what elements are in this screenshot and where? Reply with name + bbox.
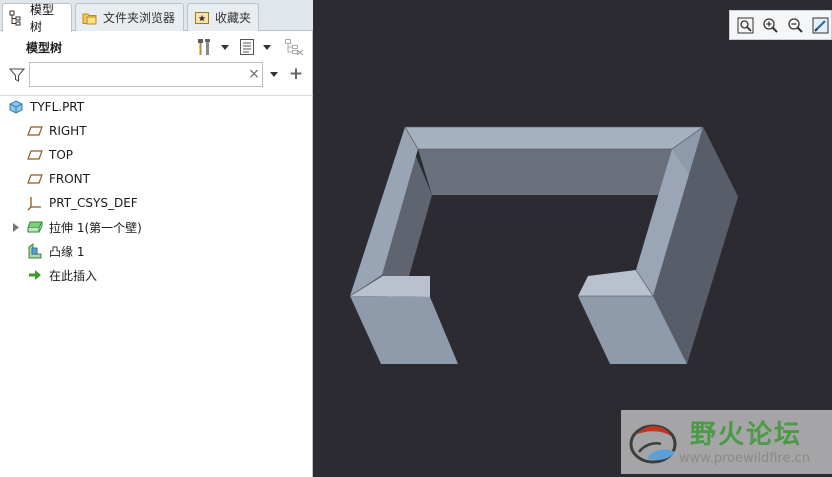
flange-icon (27, 243, 43, 259)
filter-icon[interactable] (8, 66, 26, 84)
tree-item-label: PRT_CSYS_DEF (49, 196, 138, 210)
model-tree: TYFL.PRT RIGHT TOP FRONT PRT_CSYS_DEF 拉伸… (0, 95, 313, 283)
tree-item-label: TOP (49, 148, 74, 162)
tree-item-label: 在此插入 (49, 268, 98, 283)
search-field[interactable] (29, 62, 263, 87)
tree-item-top[interactable]: TOP (27, 144, 73, 166)
model-tree-icon (9, 10, 25, 26)
forum-watermark: 野火论坛 www.proewildfire.cn (621, 410, 832, 474)
tab-label: 文件夹浏览器 (103, 11, 176, 25)
settings-dropdown-chevron-icon[interactable] (261, 40, 273, 54)
coordinate-system-icon (27, 195, 43, 211)
datum-plane-icon (27, 171, 43, 187)
favorites-icon (194, 10, 210, 26)
repaint-icon[interactable] (810, 15, 831, 36)
tree-item-label: FRONT (49, 172, 90, 186)
tree-item-csys[interactable]: PRT_CSYS_DEF (27, 192, 138, 214)
add-filter-icon[interactable]: + (288, 64, 304, 84)
sheetmetal-part-model[interactable] (313, 0, 832, 477)
model-tree-panel: 模型树 文件夹浏览器 收藏夹 模型树 × + TYFL.PRT RIGHT TO… (0, 0, 313, 477)
panel-title: 模型树 (26, 41, 63, 55)
zoom-out-icon[interactable] (785, 15, 806, 36)
tree-item-part[interactable]: TYFL.PRT (8, 96, 84, 118)
tools-dropdown-chevron-icon[interactable] (219, 40, 231, 54)
search-input[interactable] (34, 64, 238, 87)
tab-label: 模型树 (30, 3, 55, 34)
tree-item-flange[interactable]: 凸缘 1 (27, 240, 84, 262)
tools-icon[interactable] (195, 36, 215, 58)
watermark-url: www.proewildfire.cn (679, 451, 810, 466)
view-toolbar (729, 10, 832, 40)
show-hide-icon[interactable] (283, 37, 305, 57)
tab-favorites[interactable]: 收藏夹 (187, 3, 259, 31)
forum-logo-icon (629, 424, 677, 464)
tab-folder-browser[interactable]: 文件夹浏览器 (75, 3, 184, 31)
datum-plane-icon (27, 123, 43, 139)
filter-dropdown-chevron-icon[interactable] (268, 66, 280, 82)
settings-list-icon[interactable] (238, 37, 256, 57)
insert-here-arrow-icon (27, 267, 43, 283)
clear-search-icon[interactable]: × (247, 65, 261, 83)
expand-arrow-icon[interactable] (13, 222, 22, 232)
tree-item-front[interactable]: FRONT (27, 168, 90, 190)
tree-item-extrude[interactable]: 拉伸 1(第一个壁) (13, 216, 142, 238)
part-icon (8, 99, 24, 115)
tab-label: 收藏夹 (215, 11, 252, 25)
watermark-title: 野火论坛 (690, 420, 803, 450)
tree-item-label: TYFL.PRT (30, 100, 85, 114)
graphics-viewport[interactable] (313, 0, 832, 477)
zoom-in-icon[interactable] (760, 15, 781, 36)
zoom-fit-icon[interactable] (735, 15, 756, 36)
tab-bar: 模型树 文件夹浏览器 收藏夹 (0, 0, 313, 34)
tab-model-tree[interactable]: 模型树 (2, 3, 72, 34)
extrude-wall-icon (27, 219, 43, 235)
datum-plane-icon (27, 147, 43, 163)
tree-item-insert-here[interactable]: 在此插入 (27, 264, 97, 286)
folder-browser-icon (82, 10, 98, 26)
tree-item-label: 拉伸 1(第一个壁) (49, 220, 142, 235)
tree-item-label: RIGHT (49, 124, 87, 138)
tree-item-label: 凸缘 1 (49, 244, 85, 259)
tree-item-right[interactable]: RIGHT (27, 120, 87, 142)
